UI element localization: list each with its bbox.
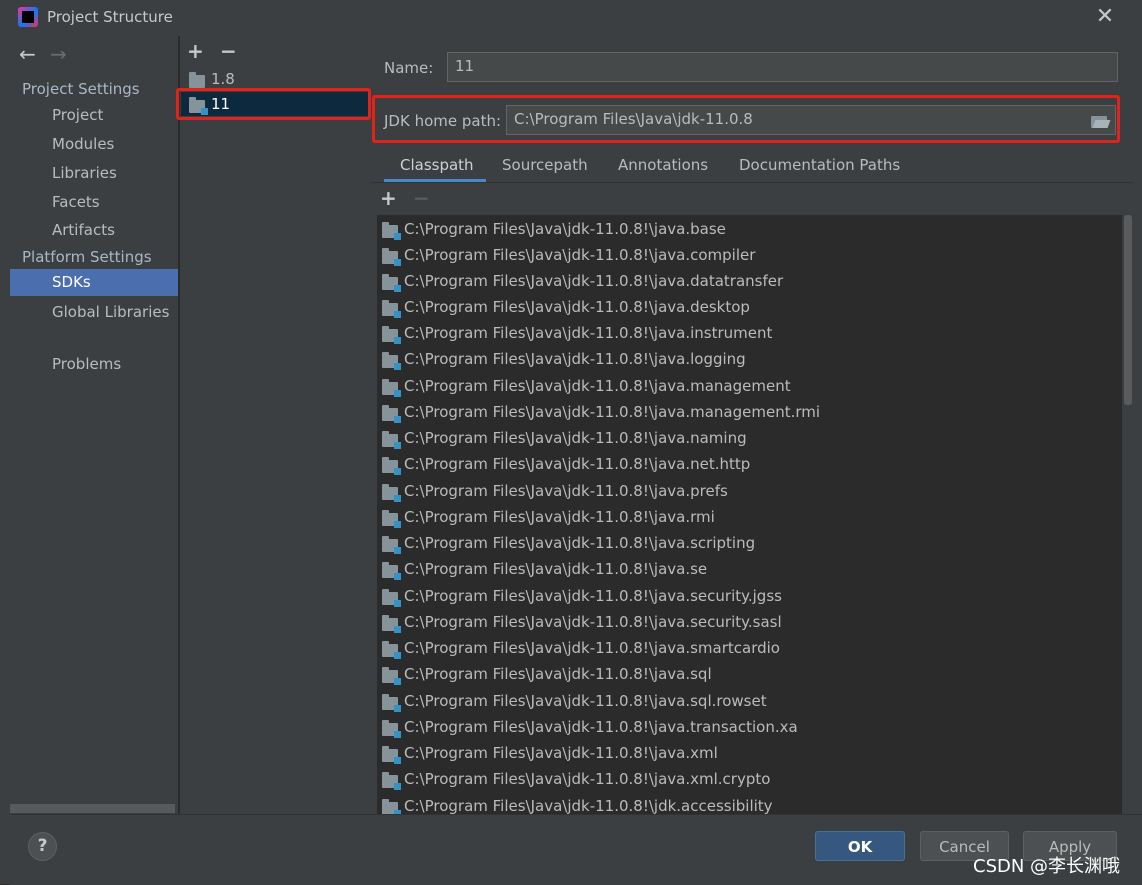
jar-folder-icon (382, 536, 401, 554)
jar-folder-icon (382, 352, 401, 370)
list-item[interactable]: C:\Program Files\Java\jdk-11.0.8!\java.s… (377, 689, 1122, 715)
window-title: Project Structure (47, 8, 173, 26)
jar-folder-icon (382, 641, 401, 659)
sidebar-item-global-libraries[interactable]: Global Libraries (10, 299, 178, 326)
list-item[interactable]: C:\Program Files\Java\jdk-11.0.8!\java.d… (377, 269, 1122, 295)
jar-folder-icon (382, 405, 401, 423)
jar-folder-icon (382, 326, 401, 344)
sidebar-item-label: Facets (52, 193, 100, 211)
sidebar-item-problems[interactable]: Problems (10, 351, 178, 378)
list-item[interactable]: C:\Program Files\Java\jdk-11.0.8!\java.x… (377, 767, 1122, 793)
jar-folder-icon (382, 431, 401, 449)
sidebar-item-sdks[interactable]: SDKs (10, 269, 178, 296)
remove-path-icon[interactable]: − (413, 188, 430, 208)
jar-folder-icon (382, 799, 401, 814)
jar-folder-icon (382, 457, 401, 475)
list-item[interactable]: C:\Program Files\Java\jdk-11.0.8!\java.s… (377, 610, 1122, 636)
tab-sourcepath[interactable]: Sourcepath (502, 156, 588, 174)
list-item[interactable]: C:\Program Files\Java\jdk-11.0.8!\java.s… (377, 636, 1122, 662)
list-item[interactable]: C:\Program Files\Java\jdk-11.0.8!\jdk.ac… (377, 794, 1122, 814)
close-icon[interactable]: ✕ (1095, 6, 1115, 28)
list-item[interactable]: C:\Program Files\Java\jdk-11.0.8!\java.c… (377, 243, 1122, 269)
sdk-list-panel (179, 36, 372, 814)
classpath-scrollbar[interactable] (1124, 215, 1132, 405)
sidebar-item-label: Modules (52, 135, 115, 153)
list-item[interactable]: C:\Program Files\Java\jdk-11.0.8!\java.s… (377, 584, 1122, 610)
sidebar-item-label: Problems (52, 355, 122, 373)
jar-folder-icon (382, 222, 401, 240)
sidebar-item-facets[interactable]: Facets (10, 189, 178, 216)
list-item[interactable]: C:\Program Files\Java\jdk-11.0.8!\java.s… (377, 531, 1122, 557)
sidebar-item-label: SDKs (52, 273, 91, 291)
list-item[interactable]: C:\Program Files\Java\jdk-11.0.8!\java.b… (377, 217, 1122, 243)
list-item[interactable]: C:\Program Files\Java\jdk-11.0.8!\java.d… (377, 295, 1122, 321)
list-item[interactable]: C:\Program Files\Java\jdk-11.0.8!\java.n… (377, 426, 1122, 452)
add-path-icon[interactable]: + (380, 188, 397, 208)
sdk-item-label: 1.8 (211, 70, 235, 88)
jar-folder-icon (382, 274, 401, 292)
add-sdk-icon[interactable]: + (187, 41, 204, 61)
list-item[interactable]: C:\Program Files\Java\jdk-11.0.8!\java.i… (377, 321, 1122, 347)
watermark: CSDN @李长渊哦 (973, 856, 1121, 877)
list-item[interactable]: C:\Program Files\Java\jdk-11.0.8!\java.m… (377, 374, 1122, 400)
back-arrow-icon[interactable]: ← (19, 42, 36, 66)
sidebar-item-label: Global Libraries (52, 303, 170, 321)
sidebar-item-modules[interactable]: Modules (10, 131, 178, 158)
jar-folder-icon (382, 248, 401, 266)
jar-folder-icon (382, 615, 401, 633)
tab-annotations[interactable]: Annotations (618, 156, 708, 174)
title-bar: Project Structure ✕ (0, 0, 1142, 36)
tab-classpath[interactable]: Classpath (400, 156, 474, 174)
tab-documentation-paths[interactable]: Documentation Paths (739, 156, 900, 174)
list-item[interactable]: C:\Program Files\Java\jdk-11.0.8!\java.r… (377, 505, 1122, 531)
jar-folder-icon (382, 589, 401, 607)
list-item[interactable]: C:\Program Files\Java\jdk-11.0.8!\java.s… (377, 557, 1122, 583)
highlight-box (176, 88, 371, 120)
jar-folder-icon (382, 484, 401, 502)
forward-arrow-icon[interactable]: → (50, 42, 67, 66)
sidebar-item-project[interactable]: Project (10, 102, 178, 129)
jar-folder-icon (382, 772, 401, 790)
classpath-list[interactable]: C:\Program Files\Java\jdk-11.0.8!\java.b… (377, 215, 1122, 814)
intellij-idea-icon (18, 7, 38, 27)
list-item[interactable]: C:\Program Files\Java\jdk-11.0.8!\java.t… (377, 715, 1122, 741)
sidebar-item-label: Libraries (52, 164, 117, 182)
platform-settings-header: Platform Settings (22, 248, 152, 266)
jar-folder-icon (382, 667, 401, 685)
jar-folder-icon (382, 562, 401, 580)
list-item[interactable]: C:\Program Files\Java\jdk-11.0.8!\java.x… (377, 741, 1122, 767)
jar-folder-icon (382, 300, 401, 318)
classpath-toolbar (371, 183, 1133, 215)
sidebar-scrollbar[interactable] (10, 804, 175, 813)
list-item[interactable]: C:\Program Files\Java\jdk-11.0.8!\java.m… (377, 400, 1122, 426)
help-icon[interactable]: ? (28, 832, 57, 861)
jar-folder-icon (382, 720, 401, 738)
name-label: Name: (384, 59, 434, 77)
list-item[interactable]: C:\Program Files\Java\jdk-11.0.8!\java.n… (377, 452, 1122, 478)
jar-folder-icon (382, 510, 401, 528)
highlight-box (372, 95, 1120, 143)
list-item[interactable]: C:\Program Files\Java\jdk-11.0.8!\java.p… (377, 479, 1122, 505)
list-item[interactable]: C:\Program Files\Java\jdk-11.0.8!\java.s… (377, 662, 1122, 688)
remove-sdk-icon[interactable]: − (220, 41, 237, 61)
name-field[interactable]: 11 (447, 52, 1118, 82)
sidebar-item-libraries[interactable]: Libraries (10, 160, 178, 187)
sidebar-item-artifacts[interactable]: Artifacts (10, 217, 178, 244)
project-settings-header: Project Settings (22, 80, 140, 98)
list-item[interactable]: C:\Program Files\Java\jdk-11.0.8!\java.l… (377, 347, 1122, 373)
jar-folder-icon (382, 746, 401, 764)
jar-folder-icon (382, 694, 401, 712)
ok-button[interactable]: OK (815, 831, 905, 861)
sidebar-item-label: Project (52, 106, 104, 124)
jar-folder-icon (382, 379, 401, 397)
folder-icon (189, 72, 205, 88)
sidebar-item-label: Artifacts (52, 221, 115, 239)
